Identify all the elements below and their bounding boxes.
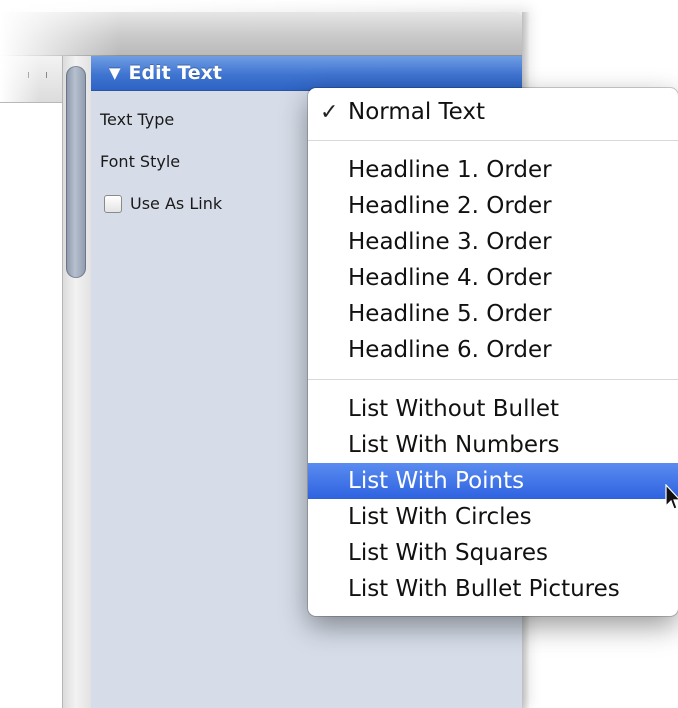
menu-item-label: Headline 6. Order xyxy=(348,337,552,363)
menu-item-list-with-squares[interactable]: List With Squares xyxy=(308,535,678,571)
document-canvas[interactable] xyxy=(0,56,62,708)
menu-item-label: Headline 4. Order xyxy=(348,265,552,291)
menu-item-headline-6[interactable]: Headline 6. Order xyxy=(308,332,678,368)
menu-item-list-with-bullet-pictures[interactable]: List With Bullet Pictures xyxy=(308,571,678,607)
menu-item-label: List With Bullet Pictures xyxy=(348,576,620,602)
menu-item-label: Headline 2. Order xyxy=(348,193,552,219)
menu-item-label: List Without Bullet xyxy=(348,396,560,422)
ruler-fade xyxy=(0,56,40,102)
mouse-cursor-icon xyxy=(665,484,678,510)
menu-item-headline-5[interactable]: Headline 5. Order xyxy=(308,296,678,332)
menu-item-label: Headline 3. Order xyxy=(348,229,552,255)
menu-item-headline-3[interactable]: Headline 3. Order xyxy=(308,224,678,260)
menu-item-headline-2[interactable]: Headline 2. Order xyxy=(308,188,678,224)
menu-item-headline-4[interactable]: Headline 4. Order xyxy=(308,260,678,296)
menu-item-list-with-points[interactable]: List With Points xyxy=(308,463,678,499)
disclosure-triangle-down-icon[interactable]: ▼ xyxy=(109,64,121,82)
checkmark-icon: ✓ xyxy=(320,99,339,125)
menu-item-normal-text[interactable]: ✓ Normal Text xyxy=(308,94,678,130)
use-as-link-checkbox[interactable] xyxy=(104,195,122,213)
menu-item-label: Headline 1. Order xyxy=(348,157,552,183)
menu-item-label: Normal Text xyxy=(348,99,486,125)
ruler-tick xyxy=(46,72,47,78)
titlebar-fade xyxy=(0,12,120,56)
menu-item-label: List With Squares xyxy=(348,540,549,566)
scrollbar-thumb[interactable] xyxy=(66,66,86,278)
menu-item-label: List With Points xyxy=(348,468,525,494)
text-type-label: Text Type xyxy=(100,110,175,129)
section-title: Edit Text xyxy=(128,62,222,84)
menu-separator xyxy=(308,379,678,380)
menu-item-label: List With Circles xyxy=(348,504,532,530)
font-style-label: Font Style xyxy=(100,152,181,171)
edit-text-section-header[interactable]: ▼ Edit Text xyxy=(91,56,522,91)
menu-separator xyxy=(308,140,678,141)
menu-item-list-with-numbers[interactable]: List With Numbers xyxy=(308,427,678,463)
menu-item-headline-1[interactable]: Headline 1. Order xyxy=(308,152,678,188)
menu-item-list-without-bullet[interactable]: List Without Bullet xyxy=(308,391,678,427)
text-type-popup-menu[interactable]: ✓ Normal Text Headline 1. Order Headline… xyxy=(308,88,678,616)
use-as-link-label[interactable]: Use As Link xyxy=(130,194,222,213)
menu-item-label: Headline 5. Order xyxy=(348,301,552,327)
menu-item-list-with-circles[interactable]: List With Circles xyxy=(308,499,678,535)
menu-item-label: List With Numbers xyxy=(348,432,560,458)
